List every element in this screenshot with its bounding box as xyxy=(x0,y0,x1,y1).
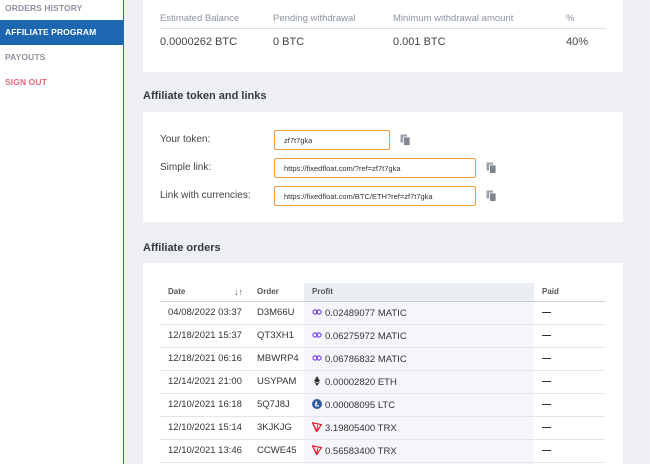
table-row: 12/14/2021 21:00 USYPAM 0.00002820 ETH xyxy=(160,370,605,394)
order-paid xyxy=(534,370,605,394)
order-paid xyxy=(534,439,605,463)
simple-link-label: Simple link: xyxy=(160,162,212,173)
order-date: 12/10/2021 15:14 xyxy=(160,416,249,440)
profit-amount: 3.19805400 TRX xyxy=(325,422,397,434)
currency-link-label: Link with currencies: xyxy=(160,190,251,201)
balance-divider xyxy=(160,28,606,29)
order-date: 12/10/2021 13:46 xyxy=(160,439,249,463)
estimated-balance-header: Estimated Balance xyxy=(160,13,240,24)
sidebar-item-orders-history[interactable]: ORDERS HISTORY xyxy=(0,0,123,20)
currency-link-row: Link with currencies: xyxy=(160,186,620,206)
matic-icon xyxy=(312,308,325,319)
balance-card: Estimated Balance Pending withdrawal Min… xyxy=(143,0,623,72)
order-paid xyxy=(534,301,605,325)
copy-icon[interactable] xyxy=(486,190,497,202)
simple-link-row: Simple link: xyxy=(160,158,620,178)
order-date: 12/18/2021 15:37 xyxy=(160,324,249,348)
order-profit: 0.00008095 LTC xyxy=(304,393,534,417)
order-paid xyxy=(534,347,605,371)
table-row: 12/18/2021 06:16 MBWRP4 0.06786832 MATIC xyxy=(160,347,605,371)
pending-withdrawal-header: Pending withdrawal xyxy=(273,13,356,24)
dash-icon xyxy=(542,380,551,382)
order-profit: 0.06275972 MATIC xyxy=(304,324,534,348)
percent-header: % xyxy=(566,13,575,24)
profit-amount: 0.06275972 MATIC xyxy=(325,330,407,342)
sort-icon[interactable]: ↓↑ xyxy=(234,287,243,297)
order-id: USYPAM xyxy=(249,370,304,394)
copy-icon[interactable] xyxy=(486,162,497,174)
eth-icon xyxy=(312,375,325,388)
order-paid xyxy=(534,416,605,440)
order-id: MBWRP4 xyxy=(249,347,304,371)
token-card: Your token: Simple link: Link with curre… xyxy=(143,112,623,222)
order-profit: 0.56583400 TRX xyxy=(304,439,534,463)
orders-table: Date ↓↑ Order Profit Paid 04/08/2022 03:3… xyxy=(160,283,605,464)
profit-amount: 0.02489077 MATIC xyxy=(325,307,407,319)
dash-icon xyxy=(542,334,551,336)
order-column-header: Order xyxy=(249,283,304,302)
sidebar: ORDERS HISTORY AFFILIATE PROGRAM PAYOUTS… xyxy=(0,0,124,464)
dash-icon xyxy=(542,357,551,359)
currency-link-input[interactable] xyxy=(274,186,476,206)
dash-icon xyxy=(542,403,551,405)
profit-amount: 0.00002820 ETH xyxy=(325,376,397,388)
table-row: 12/18/2021 15:37 QT3XH1 0.06275972 MATIC xyxy=(160,324,605,348)
token-label: Your token: xyxy=(160,134,211,145)
orders-header-row: Date ↓↑ Order Profit Paid xyxy=(160,283,605,302)
order-date: 12/14/2021 21:00 xyxy=(160,370,249,394)
table-row: 12/10/2021 15:14 3KJKJG 3.19805400 TRX xyxy=(160,416,605,440)
order-id: CCWE45 xyxy=(249,439,304,463)
matic-icon xyxy=(312,331,325,342)
sidebar-item-sign-out[interactable]: SIGN OUT xyxy=(0,70,123,95)
profit-column-header: Profit xyxy=(304,283,534,302)
order-date: 12/10/2021 16:18 xyxy=(160,393,249,417)
order-profit: 3.19805400 TRX xyxy=(304,416,534,440)
estimated-balance-value: 0.0000262 BTC xyxy=(160,36,238,48)
order-id: D3M66U xyxy=(249,301,304,325)
dash-icon xyxy=(542,311,551,313)
profit-amount: 0.56583400 TRX xyxy=(325,445,397,457)
date-column-header[interactable]: Date ↓↑ xyxy=(160,283,249,302)
percent-value: 40% xyxy=(566,36,589,48)
order-profit: 0.06786832 MATIC xyxy=(304,347,534,371)
order-paid xyxy=(534,393,605,417)
profit-amount: 0.06786832 MATIC xyxy=(325,353,407,365)
token-input[interactable] xyxy=(274,130,390,150)
order-date: 04/08/2022 03:37 xyxy=(160,301,249,325)
trx-icon xyxy=(312,421,325,434)
order-id: QT3XH1 xyxy=(249,324,304,348)
simple-link-input[interactable] xyxy=(274,158,476,178)
sidebar-item-affiliate-program[interactable]: AFFILIATE PROGRAM xyxy=(0,20,123,45)
order-profit: 0.00002820 ETH xyxy=(304,370,534,394)
token-row: Your token: xyxy=(160,130,620,150)
minimum-withdrawal-header: Minimum withdrawal amount xyxy=(393,13,514,24)
order-id: 3KJKJG xyxy=(249,416,304,440)
dash-icon xyxy=(542,449,551,451)
trx-icon xyxy=(312,444,325,457)
order-id: 5Q7J8J xyxy=(249,393,304,417)
paid-column-header: Paid xyxy=(534,283,605,302)
matic-icon xyxy=(312,354,325,365)
order-date: 12/18/2021 06:16 xyxy=(160,347,249,371)
table-row: 12/10/2021 16:18 5Q7J8J 0.00008095 LTC xyxy=(160,393,605,417)
orders-card: Date ↓↑ Order Profit Paid 04/08/2022 03:3… xyxy=(143,263,623,464)
dash-icon xyxy=(542,426,551,428)
sidebar-item-payouts[interactable]: PAYOUTS xyxy=(0,45,123,70)
table-row: 12/10/2021 13:46 CCWE45 0.56583400 TRX xyxy=(160,439,605,463)
pending-withdrawal-value: 0 BTC xyxy=(273,36,305,48)
profit-amount: 0.00008095 LTC xyxy=(325,399,396,411)
order-paid xyxy=(534,324,605,348)
order-profit: 0.02489077 MATIC xyxy=(304,301,534,325)
ltc-icon xyxy=(312,398,325,411)
minimum-withdrawal-value: 0.001 BTC xyxy=(393,36,446,48)
token-section-title: Affiliate token and links xyxy=(143,90,267,102)
table-row: 04/08/2022 03:37 D3M66U 0.02489077 MATIC xyxy=(160,301,605,325)
orders-section-title: Affiliate orders xyxy=(143,242,221,254)
copy-icon[interactable] xyxy=(400,134,411,146)
